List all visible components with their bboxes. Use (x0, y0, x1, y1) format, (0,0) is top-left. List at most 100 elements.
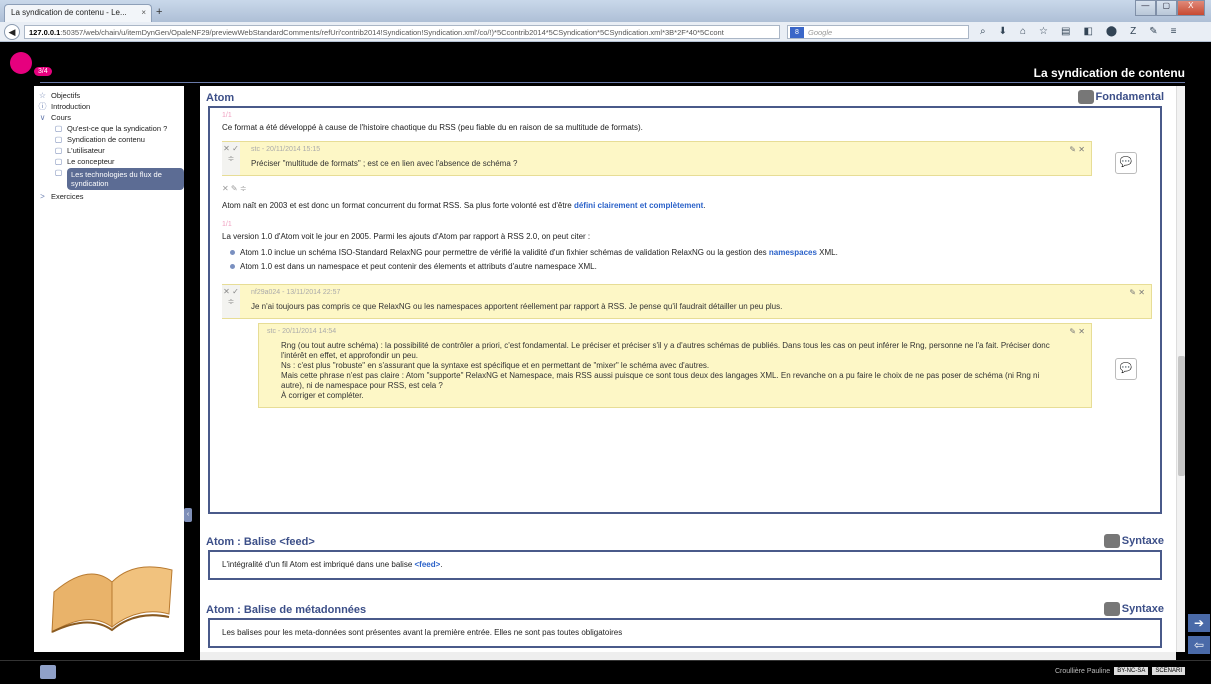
sidebar-item-label: L'utilisateur (67, 146, 105, 155)
sidebar-item-label: Objectifs (51, 91, 81, 100)
comment-side-controls[interactable]: ✕ ✓ ≑ (222, 285, 240, 318)
next-page-button[interactable]: ➔ (1188, 614, 1210, 632)
sidebar-item-objectifs[interactable]: ☆ Objectifs (38, 90, 184, 101)
license-badge[interactable]: BY-NC-SA (1114, 667, 1149, 675)
paragraph-text: . (440, 560, 443, 569)
close-window-button[interactable]: X (1176, 0, 1206, 16)
sidebar-item-syndication-contenu[interactable]: ▢ Syndication de contenu (38, 134, 184, 145)
section-tag-label: Syntaxe (1121, 534, 1164, 547)
section-title: Atom : Balise <feed> (206, 536, 315, 548)
credits: Croullière Pauline BY-NC-SA SCENARI (1055, 667, 1185, 675)
new-tab-button[interactable]: + (156, 6, 162, 18)
vertical-scrollbar[interactable] (1176, 86, 1185, 652)
comment-meta: stc - 20/11/2014 14:54 (267, 328, 337, 335)
info-icon: ⓘ (38, 102, 47, 111)
section-header: Atom Fondamental (200, 86, 1176, 106)
comment: ✕ ✓ ≑ nf29a024 - 13/11/2014 22:57 Je n'a… (222, 284, 1152, 319)
scenari-badge[interactable]: SCENARI (1152, 667, 1185, 675)
home-icon[interactable]: ⌂ (1020, 26, 1026, 37)
tool-icon[interactable]: ✎ (1149, 26, 1157, 37)
section-box: 1/1 Ce format a été développé à cause de… (208, 106, 1162, 514)
maximize-button[interactable]: ▢ (1155, 0, 1177, 16)
search-input[interactable]: 8 Google (787, 25, 969, 39)
sidebar-item-introduction[interactable]: ⓘ Introduction (38, 101, 184, 112)
syntax-icon (1103, 602, 1120, 616)
sidebar-item-exercices[interactable]: > Exercices (38, 191, 184, 202)
page-counter: 3/4 (34, 67, 52, 76)
menu-icon[interactable]: ≡ (1171, 26, 1177, 37)
window-controls: — ▢ X (1135, 0, 1206, 16)
download-icon[interactable]: ⬇ (999, 26, 1007, 37)
sidebar-item-syndication-question[interactable]: ▢ Qu'est-ce que la syndication ? (38, 123, 184, 134)
zotero-icon[interactable]: Z (1130, 26, 1136, 37)
reply-bubble-icon[interactable]: 💬 (1115, 358, 1137, 380)
comment-side-controls[interactable]: ✕ ✓ ≑ (222, 142, 240, 175)
definition-link[interactable]: défini clairement et complètement (574, 201, 703, 210)
comment-meta: stc - 20/11/2014 15:15 (251, 146, 321, 153)
nav-bar: ◀ 127.0.0.1:50357/web/chain/u/itemDynGen… (0, 22, 1211, 42)
fundamental-icon (1077, 90, 1094, 104)
sidebar-item-concepteur[interactable]: ▢ Le concepteur (38, 156, 184, 167)
sidebar-collapse-button[interactable]: ‹ (184, 508, 192, 522)
bookmarks-list-icon[interactable]: ▤ (1061, 26, 1070, 37)
inline-controls[interactable]: ✕ ✎ ≑ (218, 180, 1152, 197)
comment-edit-controls[interactable]: ✎ ✕ (1129, 288, 1145, 297)
google-icon: 8 (790, 27, 804, 38)
search-icon[interactable]: ⌕ (980, 26, 986, 37)
minimize-button[interactable]: — (1135, 0, 1156, 16)
sidebar-item-utilisateur[interactable]: ▢ L'utilisateur (38, 145, 184, 156)
paragraph-text: Atom naît en 2003 et est donc un format … (222, 201, 574, 210)
sidebar-item-label: Cours (51, 113, 72, 122)
section-tag: Fondamental (1077, 90, 1164, 104)
open-book-icon (51, 566, 173, 633)
namespaces-link[interactable]: namespaces (769, 248, 817, 257)
comment-edit-controls[interactable]: ✎ ✕ (1069, 145, 1085, 154)
sidebar-item-cours[interactable]: ∨ Cours (38, 112, 184, 123)
comment-body: Je n'ai toujours pas compris ce que Rela… (251, 302, 783, 311)
paragraph: La version 1.0 d'Atom voit le jour en 20… (222, 232, 591, 241)
paragraph: Ce format a été développé à cause de l'h… (222, 123, 643, 132)
url-bar[interactable]: 127.0.0.1:50357/web/chain/u/itemDynGen/O… (24, 25, 780, 39)
page-icon: ▢ (54, 124, 63, 133)
page: 3/4 La syndication de contenu ☆ Objectifs… (0, 42, 1211, 684)
section-title: Atom : Balise de métadonnées (206, 604, 367, 616)
url-path: :50357/web/chain/u/itemDynGen/OpaleNF29/… (60, 28, 724, 37)
chevron-right-icon: > (40, 192, 45, 201)
section-box: Les balises pour les meta-données sont p… (208, 618, 1162, 648)
section-header: Atom : Balise <feed> Syntaxe (200, 530, 1176, 550)
sidebar-item-label: Les technologies du flux de syndication (67, 168, 184, 190)
home-icon[interactable] (40, 665, 56, 679)
chevron-down-icon: ∨ (39, 113, 46, 122)
section-tag: Syntaxe (1103, 602, 1164, 616)
browser-toolbar: ⌕ ⬇ ⌂ ☆ ▤ ◧ ⬤ Z ✎ ≡ (980, 26, 1176, 37)
browser-tab[interactable]: La syndication de contenu - Le... × (4, 4, 152, 22)
page-icon: ▢ (54, 135, 63, 144)
comment-line: À corriger et compléter. (281, 391, 364, 400)
list-item-text: XML. (816, 248, 838, 257)
star-icon: ☆ (38, 91, 47, 100)
back-button[interactable]: ◀ (4, 24, 20, 40)
footer: Croullière Pauline BY-NC-SA SCENARI (0, 660, 1211, 684)
tab-close-icon[interactable]: × (141, 8, 146, 17)
horizontal-scrollbar[interactable] (200, 652, 1176, 660)
comment-body: Préciser "multitude de formats" ; est ce… (251, 159, 518, 168)
feed-link[interactable]: <feed> (415, 560, 441, 569)
previous-page-button[interactable]: ⇦ (1188, 636, 1210, 654)
url-host: 127.0.0.1 (29, 28, 61, 37)
scrollbar-thumb[interactable] (1178, 356, 1185, 476)
section-tag-label: Fondamental (1095, 90, 1164, 103)
sidebar: ☆ Objectifs ⓘ Introduction ∨ Cours ▢ Qu'est-… (34, 86, 184, 524)
pocket-icon[interactable]: ◧ (1083, 26, 1092, 37)
reply-bubble-icon[interactable]: 💬 (1115, 152, 1137, 174)
comment-reply: stc - 20/11/2014 14:54 Rng (ou tout autr… (258, 323, 1137, 408)
comment-edit-controls[interactable]: ✎ ✕ (1069, 327, 1085, 336)
sidebar-item-technologies[interactable]: ▢ Les technologies du flux de syndication (38, 167, 184, 191)
sidebar-item-label: Exercices (51, 192, 84, 201)
bullet-list: Atom 1.0 inclue un schéma ISO-Standard R… (218, 246, 1152, 274)
sidebar-item-label: Le concepteur (67, 157, 115, 166)
bookmark-star-icon[interactable]: ☆ (1039, 26, 1048, 37)
adblock-icon[interactable]: ⬤ (1106, 26, 1117, 37)
section-title: Atom (206, 92, 235, 104)
list-item-text: Atom 1.0 inclue un schéma ISO-Standard R… (240, 248, 769, 257)
paragraph: Les balises pour les meta-données sont p… (222, 628, 623, 637)
